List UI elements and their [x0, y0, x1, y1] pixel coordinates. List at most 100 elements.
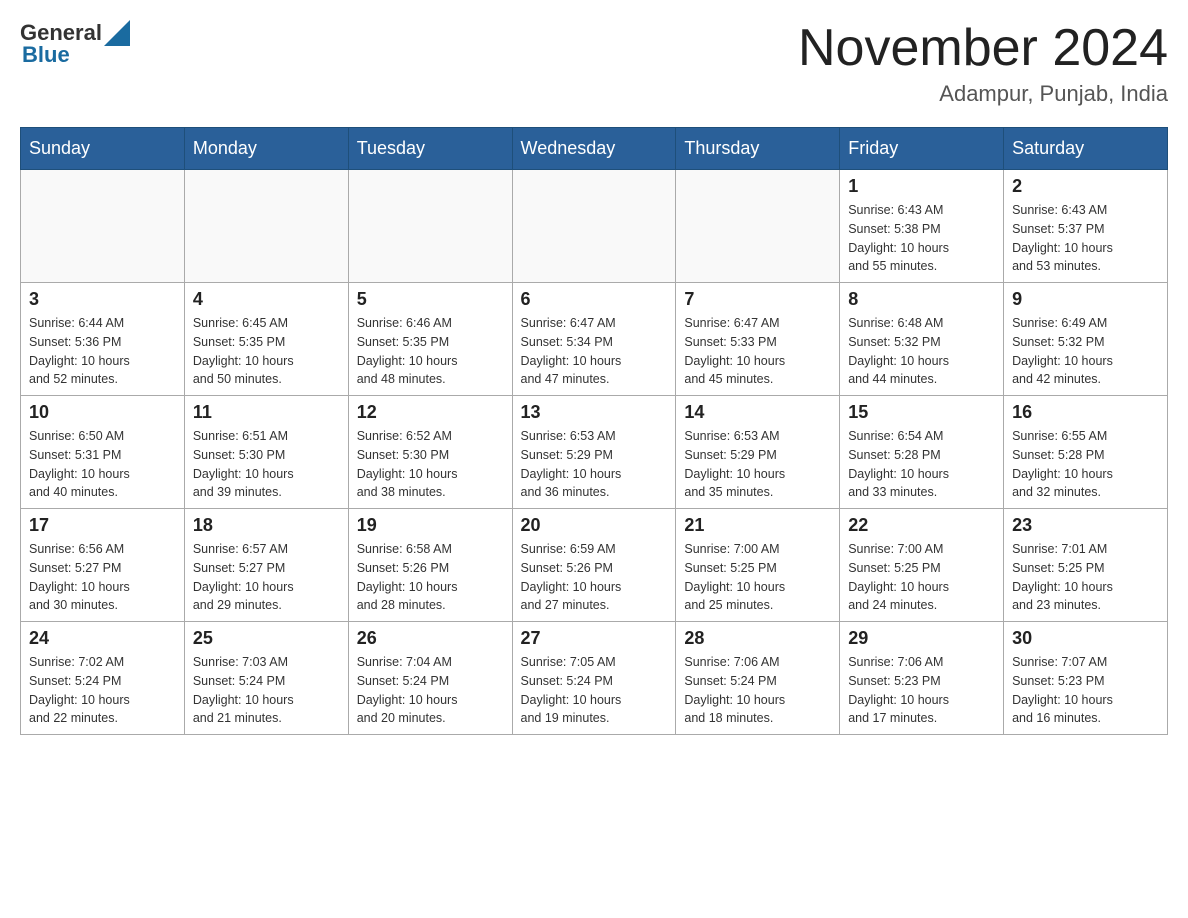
calendar-cell: [512, 170, 676, 283]
calendar-table: SundayMondayTuesdayWednesdayThursdayFrid…: [20, 127, 1168, 735]
day-number: 28: [684, 628, 831, 649]
day-info: Sunrise: 7:06 AM Sunset: 5:23 PM Dayligh…: [848, 653, 995, 728]
calendar-cell: 2 Sunrise: 6:43 AM Sunset: 5:37 PM Daylig…: [1004, 170, 1168, 283]
logo-icon: [104, 20, 130, 46]
calendar-cell: 3 Sunrise: 6:44 AM Sunset: 5:36 PM Daylig…: [21, 283, 185, 396]
day-number: 26: [357, 628, 504, 649]
location-text: Adampur, Punjab, India: [798, 81, 1168, 107]
logo: General Blue: [20, 20, 130, 68]
day-number: 30: [1012, 628, 1159, 649]
day-info: Sunrise: 6:54 AM Sunset: 5:28 PM Dayligh…: [848, 427, 995, 502]
day-info: Sunrise: 7:04 AM Sunset: 5:24 PM Dayligh…: [357, 653, 504, 728]
day-info: Sunrise: 6:53 AM Sunset: 5:29 PM Dayligh…: [684, 427, 831, 502]
day-info: Sunrise: 6:45 AM Sunset: 5:35 PM Dayligh…: [193, 314, 340, 389]
day-number: 6: [521, 289, 668, 310]
week-row-1: 1Sunrise: 6:43 AM Sunset: 5:38 PM Daylig…: [21, 170, 1168, 283]
calendar-cell: 21 Sunrise: 7:00 AM Sunset: 5:25 PM Dayli…: [676, 509, 840, 622]
day-number: 2: [1012, 176, 1159, 197]
weekday-header-wednesday: Wednesday: [512, 128, 676, 170]
day-info: Sunrise: 7:07 AM Sunset: 5:23 PM Dayligh…: [1012, 653, 1159, 728]
day-info: Sunrise: 6:53 AM Sunset: 5:29 PM Dayligh…: [521, 427, 668, 502]
calendar-cell: 7 Sunrise: 6:47 AM Sunset: 5:33 PM Daylig…: [676, 283, 840, 396]
day-info: Sunrise: 6:52 AM Sunset: 5:30 PM Dayligh…: [357, 427, 504, 502]
calendar-header-row: SundayMondayTuesdayWednesdayThursdayFrid…: [21, 128, 1168, 170]
calendar-cell: 20 Sunrise: 6:59 AM Sunset: 5:26 PM Dayli…: [512, 509, 676, 622]
day-info: Sunrise: 7:02 AM Sunset: 5:24 PM Dayligh…: [29, 653, 176, 728]
calendar-cell: [348, 170, 512, 283]
day-number: 21: [684, 515, 831, 536]
week-row-5: 24Sunrise: 7:02 AM Sunset: 5:24 PM Dayli…: [21, 622, 1168, 735]
day-number: 14: [684, 402, 831, 423]
day-info: Sunrise: 6:43 AM Sunset: 5:38 PM Dayligh…: [848, 201, 995, 276]
calendar-cell: 25Sunrise: 7:03 AM Sunset: 5:24 PM Dayli…: [184, 622, 348, 735]
day-number: 19: [357, 515, 504, 536]
day-info: Sunrise: 7:00 AM Sunset: 5:25 PM Dayligh…: [684, 540, 831, 615]
page-header: General Blue November 2024 Adampur, Punj…: [20, 20, 1168, 107]
day-info: Sunrise: 6:46 AM Sunset: 5:35 PM Dayligh…: [357, 314, 504, 389]
weekday-header-tuesday: Tuesday: [348, 128, 512, 170]
day-info: Sunrise: 6:49 AM Sunset: 5:32 PM Dayligh…: [1012, 314, 1159, 389]
day-info: Sunrise: 6:58 AM Sunset: 5:26 PM Dayligh…: [357, 540, 504, 615]
day-info: Sunrise: 6:43 AM Sunset: 5:37 PM Dayligh…: [1012, 201, 1159, 276]
day-number: 13: [521, 402, 668, 423]
day-info: Sunrise: 7:05 AM Sunset: 5:24 PM Dayligh…: [521, 653, 668, 728]
day-number: 11: [193, 402, 340, 423]
day-number: 22: [848, 515, 995, 536]
day-number: 10: [29, 402, 176, 423]
day-info: Sunrise: 6:59 AM Sunset: 5:26 PM Dayligh…: [521, 540, 668, 615]
day-info: Sunrise: 6:48 AM Sunset: 5:32 PM Dayligh…: [848, 314, 995, 389]
calendar-cell: 11 Sunrise: 6:51 AM Sunset: 5:30 PM Dayli…: [184, 396, 348, 509]
calendar-cell: 8 Sunrise: 6:48 AM Sunset: 5:32 PM Daylig…: [840, 283, 1004, 396]
calendar-cell: 24Sunrise: 7:02 AM Sunset: 5:24 PM Dayli…: [21, 622, 185, 735]
day-info: Sunrise: 6:56 AM Sunset: 5:27 PM Dayligh…: [29, 540, 176, 615]
calendar-cell: 27 Sunrise: 7:05 AM Sunset: 5:24 PM Dayli…: [512, 622, 676, 735]
weekday-header-sunday: Sunday: [21, 128, 185, 170]
calendar-cell: 6 Sunrise: 6:47 AM Sunset: 5:34 PM Daylig…: [512, 283, 676, 396]
day-number: 15: [848, 402, 995, 423]
calendar-cell: 16Sunrise: 6:55 AM Sunset: 5:28 PM Dayli…: [1004, 396, 1168, 509]
day-number: 4: [193, 289, 340, 310]
day-number: 8: [848, 289, 995, 310]
day-info: Sunrise: 6:44 AM Sunset: 5:36 PM Dayligh…: [29, 314, 176, 389]
calendar-cell: 13 Sunrise: 6:53 AM Sunset: 5:29 PM Dayli…: [512, 396, 676, 509]
day-number: 29: [848, 628, 995, 649]
calendar-cell: 14 Sunrise: 6:53 AM Sunset: 5:29 PM Dayli…: [676, 396, 840, 509]
day-info: Sunrise: 6:57 AM Sunset: 5:27 PM Dayligh…: [193, 540, 340, 615]
day-number: 16: [1012, 402, 1159, 423]
day-info: Sunrise: 7:03 AM Sunset: 5:24 PM Dayligh…: [193, 653, 340, 728]
calendar-cell: 1Sunrise: 6:43 AM Sunset: 5:38 PM Daylig…: [840, 170, 1004, 283]
day-number: 12: [357, 402, 504, 423]
logo-blue-text: Blue: [22, 42, 70, 68]
calendar-cell: 30 Sunrise: 7:07 AM Sunset: 5:23 PM Dayli…: [1004, 622, 1168, 735]
calendar-cell: 17Sunrise: 6:56 AM Sunset: 5:27 PM Dayli…: [21, 509, 185, 622]
calendar-cell: 19 Sunrise: 6:58 AM Sunset: 5:26 PM Dayli…: [348, 509, 512, 622]
calendar-cell: 10Sunrise: 6:50 AM Sunset: 5:31 PM Dayli…: [21, 396, 185, 509]
day-number: 9: [1012, 289, 1159, 310]
calendar-cell: 9 Sunrise: 6:49 AM Sunset: 5:32 PM Daylig…: [1004, 283, 1168, 396]
calendar-cell: 12 Sunrise: 6:52 AM Sunset: 5:30 PM Dayli…: [348, 396, 512, 509]
weekday-header-saturday: Saturday: [1004, 128, 1168, 170]
day-number: 20: [521, 515, 668, 536]
week-row-3: 10Sunrise: 6:50 AM Sunset: 5:31 PM Dayli…: [21, 396, 1168, 509]
week-row-4: 17Sunrise: 6:56 AM Sunset: 5:27 PM Dayli…: [21, 509, 1168, 622]
calendar-cell: 28 Sunrise: 7:06 AM Sunset: 5:24 PM Dayli…: [676, 622, 840, 735]
calendar-cell: [184, 170, 348, 283]
weekday-header-monday: Monday: [184, 128, 348, 170]
day-info: Sunrise: 6:47 AM Sunset: 5:34 PM Dayligh…: [521, 314, 668, 389]
weekday-header-friday: Friday: [840, 128, 1004, 170]
day-info: Sunrise: 6:47 AM Sunset: 5:33 PM Dayligh…: [684, 314, 831, 389]
weekday-header-thursday: Thursday: [676, 128, 840, 170]
day-number: 5: [357, 289, 504, 310]
month-title: November 2024: [798, 20, 1168, 77]
calendar-cell: 15 Sunrise: 6:54 AM Sunset: 5:28 PM Dayli…: [840, 396, 1004, 509]
calendar-cell: 18Sunrise: 6:57 AM Sunset: 5:27 PM Dayli…: [184, 509, 348, 622]
day-info: Sunrise: 6:51 AM Sunset: 5:30 PM Dayligh…: [193, 427, 340, 502]
calendar-cell: 5 Sunrise: 6:46 AM Sunset: 5:35 PM Daylig…: [348, 283, 512, 396]
day-number: 27: [521, 628, 668, 649]
calendar-cell: 22Sunrise: 7:00 AM Sunset: 5:25 PM Dayli…: [840, 509, 1004, 622]
day-info: Sunrise: 7:06 AM Sunset: 5:24 PM Dayligh…: [684, 653, 831, 728]
day-number: 3: [29, 289, 176, 310]
calendar-cell: [676, 170, 840, 283]
calendar-cell: 4 Sunrise: 6:45 AM Sunset: 5:35 PM Daylig…: [184, 283, 348, 396]
day-number: 7: [684, 289, 831, 310]
